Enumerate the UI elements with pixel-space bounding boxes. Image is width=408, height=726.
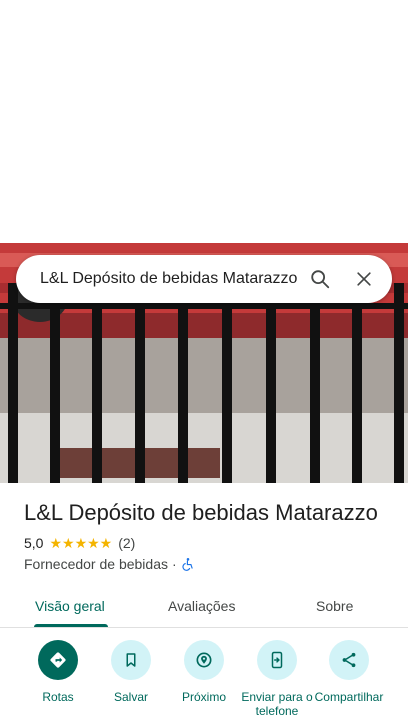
nearby-button[interactable]: Próximo (166, 640, 242, 704)
share-button[interactable]: Compartilhar (311, 640, 387, 704)
share-label: Compartilhar (314, 690, 384, 704)
active-tab-indicator (34, 624, 108, 627)
send-to-phone-button[interactable]: Enviar para o telefone (239, 640, 315, 718)
separator: · (172, 556, 177, 572)
tab-bar: Visão geral Avaliações Sobre (0, 584, 408, 628)
map-area (0, 0, 408, 243)
review-count: (2) (118, 535, 136, 551)
search-bar[interactable]: L&L Depósito de bebidas Matarazzo (16, 255, 392, 303)
send-to-phone-circle[interactable] (257, 640, 297, 680)
category-row: Fornecedor de bebidas · (24, 556, 195, 572)
directions-label: Rotas (42, 690, 74, 704)
search-icon (311, 270, 330, 289)
nearby-circle[interactable] (184, 640, 224, 680)
bookmark-icon (126, 653, 136, 667)
place-name: L&L Depósito de bebidas Matarazzo (24, 500, 378, 525)
send-to-phone-icon (271, 651, 283, 669)
wheelchair-icon (182, 558, 193, 571)
search-input[interactable]: L&L Depósito de bebidas Matarazzo (16, 270, 298, 288)
save-button[interactable]: Salvar (93, 640, 169, 704)
search-button[interactable] (298, 257, 342, 301)
rating-value: 5,0 (24, 535, 44, 551)
rating-stars: ★★★★★ (49, 535, 113, 551)
send-to-phone-label: Enviar para o telefone (241, 690, 313, 718)
directions-icon (50, 652, 66, 668)
save-label: Salvar (113, 690, 148, 704)
tab-overview[interactable]: Visão geral (35, 584, 105, 628)
directions-circle[interactable] (38, 640, 78, 680)
directions-button[interactable]: Rotas (20, 640, 96, 704)
action-bar: Rotas Salvar Próximo Enviar para o telef… (0, 640, 408, 726)
save-circle[interactable] (111, 640, 151, 680)
rating-row[interactable]: 5,0 ★★★★★ (2) (24, 535, 135, 551)
tab-reviews[interactable]: Avaliações (168, 584, 235, 628)
share-icon (342, 652, 356, 668)
tab-about[interactable]: Sobre (316, 584, 353, 628)
close-icon (357, 272, 371, 286)
nearby-icon (196, 652, 212, 668)
share-circle[interactable] (329, 640, 369, 680)
nearby-label: Próximo (181, 690, 226, 704)
close-button[interactable] (342, 257, 386, 301)
place-category: Fornecedor de bebidas (24, 556, 168, 572)
